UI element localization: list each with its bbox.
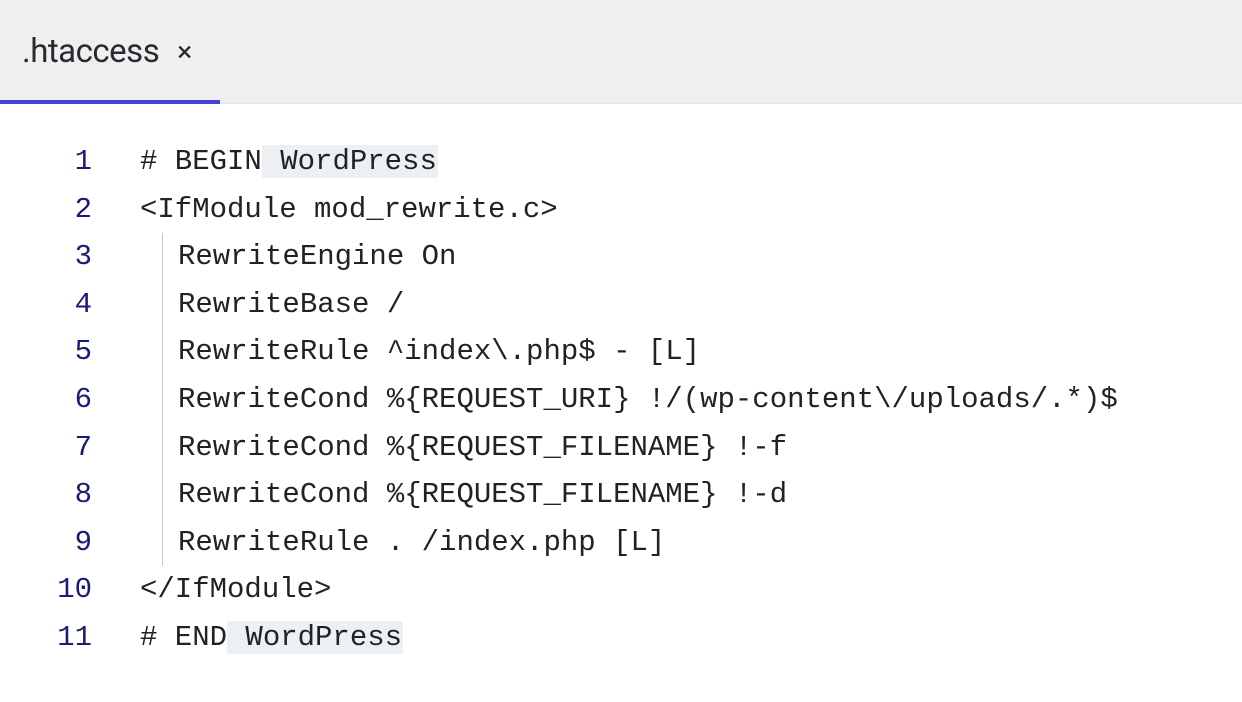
code-text: RewriteCond %{REQUEST_FILENAME} !-f bbox=[178, 431, 787, 464]
line-number: 7 bbox=[0, 424, 92, 472]
close-icon[interactable]: × bbox=[177, 38, 192, 66]
line-number: 1 bbox=[0, 138, 92, 186]
code-line: # BEGIN WordPress bbox=[140, 138, 1242, 186]
code-line: <IfModule mod_rewrite.c> bbox=[140, 186, 1242, 234]
code-line: </IfModule> bbox=[140, 566, 1242, 614]
line-number: 2 bbox=[0, 186, 92, 234]
code-editor[interactable]: 1 2 3 4 5 6 7 8 9 10 11 # BEGIN WordPres… bbox=[0, 104, 1242, 662]
code-text: RewriteCond %{REQUEST_URI} !/(wp-content… bbox=[178, 383, 1118, 416]
code-line: RewriteCond %{REQUEST_URI} !/(wp-content… bbox=[140, 376, 1242, 424]
code-line: # END WordPress bbox=[140, 614, 1242, 662]
code-line: RewriteCond %{REQUEST_FILENAME} !-d bbox=[140, 471, 1242, 519]
code-line: RewriteCond %{REQUEST_FILENAME} !-f bbox=[140, 424, 1242, 472]
line-number: 10 bbox=[0, 566, 92, 614]
code-text: RewriteRule ^index\.php$ - [L] bbox=[178, 335, 700, 368]
code-text: # BEGIN bbox=[140, 145, 262, 178]
tab-label: .htaccess bbox=[22, 32, 159, 71]
code-line: RewriteRule ^index\.php$ - [L] bbox=[140, 328, 1242, 376]
code-text: # END bbox=[140, 621, 227, 654]
code-text: RewriteEngine On bbox=[178, 240, 456, 273]
line-number: 11 bbox=[0, 614, 92, 662]
line-number: 3 bbox=[0, 233, 92, 281]
line-number: 8 bbox=[0, 471, 92, 519]
highlight-wordpress: WordPress bbox=[262, 145, 438, 178]
line-number-gutter: 1 2 3 4 5 6 7 8 9 10 11 bbox=[0, 138, 100, 662]
highlight-wordpress: WordPress bbox=[227, 621, 403, 654]
code-line: RewriteEngine On bbox=[140, 233, 1242, 281]
code-area[interactable]: # BEGIN WordPress <IfModule mod_rewrite.… bbox=[100, 138, 1242, 662]
code-text: RewriteRule . /index.php [L] bbox=[178, 526, 665, 559]
line-number: 4 bbox=[0, 281, 92, 329]
tab-bar: .htaccess × bbox=[0, 0, 1242, 104]
code-line: RewriteBase / bbox=[140, 281, 1242, 329]
line-number: 6 bbox=[0, 376, 92, 424]
line-number: 9 bbox=[0, 519, 92, 567]
code-text: RewriteBase / bbox=[178, 288, 404, 321]
tab-htaccess[interactable]: .htaccess × bbox=[0, 0, 220, 103]
code-line: RewriteRule . /index.php [L] bbox=[140, 519, 1242, 567]
line-number: 5 bbox=[0, 328, 92, 376]
code-text: RewriteCond %{REQUEST_FILENAME} !-d bbox=[178, 478, 787, 511]
